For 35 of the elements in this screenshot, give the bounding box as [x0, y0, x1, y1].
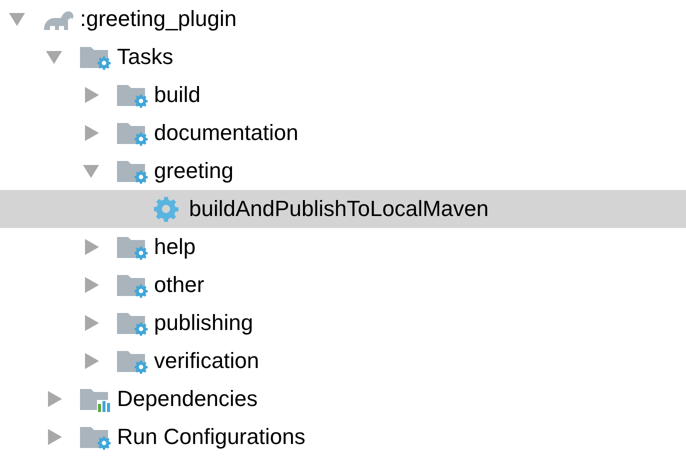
folder-gear-icon [116, 234, 150, 260]
tree-item-label[interactable]: help [154, 234, 196, 260]
expand-arrow-icon[interactable] [45, 428, 63, 446]
tree-item-label[interactable]: documentation [154, 120, 298, 146]
tree-item-label[interactable]: Tasks [117, 44, 174, 70]
tree-item-label[interactable]: build [154, 82, 200, 108]
tree-item-label[interactable]: :greeting_plugin [80, 6, 237, 32]
tree-item-label[interactable]: Dependencies [117, 386, 258, 412]
folder-gear-icon [79, 424, 113, 450]
folder-gear-icon [116, 158, 150, 184]
expand-arrow-icon[interactable] [82, 86, 100, 104]
folder-gear-icon [116, 120, 150, 146]
expand-arrow-icon[interactable] [82, 352, 100, 370]
collapse-arrow-icon[interactable] [8, 10, 26, 28]
tree-item-label[interactable]: buildAndPublishToLocalMaven [189, 196, 489, 222]
collapse-arrow-icon[interactable] [82, 162, 100, 180]
expand-arrow-icon[interactable] [45, 390, 63, 408]
tree-item-label[interactable]: greeting [154, 158, 234, 184]
folder-gear-icon [79, 44, 113, 70]
tree-item-label[interactable]: verification [154, 348, 260, 374]
expand-arrow-icon[interactable] [82, 124, 100, 142]
folder-gear-icon [116, 348, 150, 374]
folder-gear-icon [116, 310, 150, 336]
folder-gear-icon [116, 82, 150, 108]
collapse-arrow-icon[interactable] [45, 48, 63, 66]
folder-gear-icon [116, 272, 150, 298]
expand-arrow-icon[interactable] [82, 314, 100, 332]
tree-item-label[interactable]: other [154, 272, 204, 298]
expand-arrow-icon[interactable] [82, 238, 100, 256]
selected-tree-row[interactable]: buildAndPublishToLocalMaven [0, 190, 686, 228]
tree-item-label[interactable]: publishing [154, 310, 254, 336]
tree-item-label[interactable]: Run Configurations [117, 424, 306, 450]
expand-arrow-icon[interactable] [82, 276, 100, 294]
folder-chart-icon [79, 386, 113, 412]
gear-icon [153, 196, 179, 222]
